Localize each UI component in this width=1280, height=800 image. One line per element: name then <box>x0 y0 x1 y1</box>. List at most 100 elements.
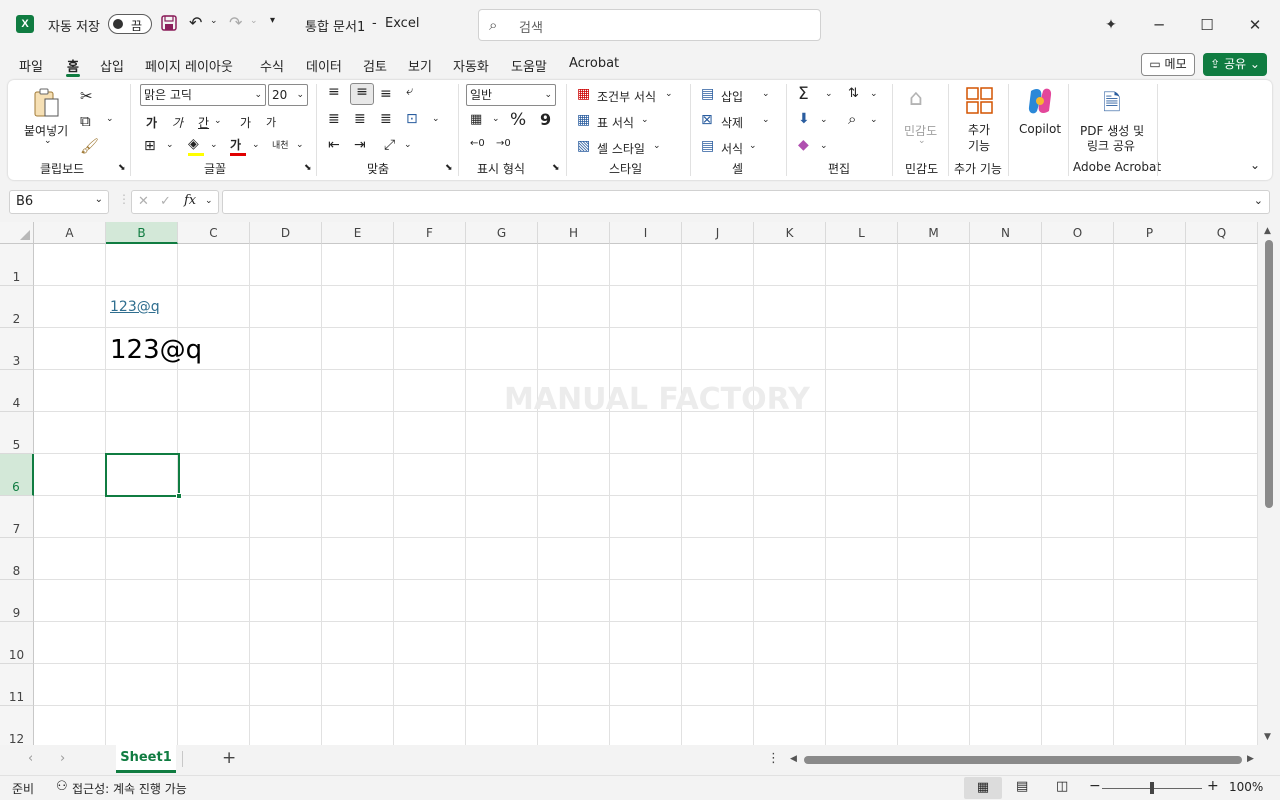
insert-cells-button[interactable]: 삽입 <box>721 88 743 105</box>
row-header-3[interactable]: 3 <box>0 328 34 370</box>
autosum-icon[interactable]: Σ <box>798 84 809 104</box>
scroll-down-icon[interactable]: ▼ <box>1264 732 1271 742</box>
column-header-h[interactable]: H <box>538 222 610 244</box>
format-as-table-icon[interactable]: ▦ <box>577 112 590 128</box>
align-left-icon[interactable]: ≣ <box>328 111 340 127</box>
redo-icon[interactable]: ↷ <box>229 13 242 32</box>
copilot-icon[interactable] <box>1025 87 1055 118</box>
sort-filter-icon[interactable]: ⇅ <box>848 86 859 101</box>
underline-button[interactable]: 간 <box>198 114 209 131</box>
tab-formulas[interactable]: 수식 <box>260 56 284 75</box>
chevron-down-icon[interactable]: ⌄ <box>653 141 661 151</box>
borders-icon[interactable]: ⊞ <box>144 138 156 154</box>
addins-icon[interactable] <box>966 87 994 118</box>
row-header-4[interactable]: 4 <box>0 370 34 412</box>
zoom-in-icon[interactable]: + <box>1207 778 1219 794</box>
orientation-icon[interactable]: ⤢ <box>384 137 395 153</box>
alignment-launcher-icon[interactable]: ⬊ <box>445 163 453 173</box>
tab-help[interactable]: 도움말 <box>511 56 547 75</box>
align-bottom-icon[interactable]: ≡ <box>380 86 392 102</box>
comments-button[interactable]: ▭ 메모 <box>1141 53 1195 76</box>
name-box[interactable]: B6 ⌄ <box>9 190 109 214</box>
format-as-table-button[interactable]: 표 서식 <box>597 114 634 131</box>
font-color-button[interactable]: 가 <box>230 136 241 153</box>
share-button[interactable]: ⇪ 공유 ⌄ <box>1203 53 1267 76</box>
zoom-slider-thumb[interactable] <box>1150 782 1154 794</box>
insert-function-button[interactable]: fx <box>184 193 196 208</box>
copilot-label[interactable]: Copilot <box>1019 122 1061 136</box>
font-name-select[interactable]: 맑은 고딕 ⌄ <box>140 84 266 106</box>
scroll-up-icon[interactable]: ▲ <box>1264 226 1271 236</box>
pdf-share-icon[interactable]: 🗎 <box>1103 86 1121 124</box>
format-painter-icon[interactable]: 🖌 <box>80 137 99 155</box>
select-all-corner[interactable] <box>0 222 34 244</box>
phonetic-button[interactable]: 내천 <box>272 138 289 151</box>
vertical-scrollbar[interactable]: ▲ ▼ <box>1258 222 1280 745</box>
accounting-dropdown-icon[interactable]: ⌄ <box>492 114 500 124</box>
column-header-e[interactable]: E <box>322 222 394 244</box>
row-header-9[interactable]: 9 <box>0 580 34 622</box>
fill-dropdown-icon[interactable]: ⌄ <box>210 140 218 150</box>
chevron-down-icon[interactable]: ⌄ <box>762 115 770 125</box>
column-header-l[interactable]: L <box>826 222 898 244</box>
cell-b3[interactable]: 123@q <box>110 335 202 365</box>
copy-icon[interactable]: ⧉ <box>80 112 91 130</box>
align-center-icon[interactable]: ≣ <box>354 111 366 127</box>
page-break-view-icon[interactable]: ◫ <box>1056 779 1068 794</box>
fill-color-icon[interactable]: ◈ <box>188 136 199 152</box>
accessibility-status[interactable]: 접근성: 계속 진행 가능 <box>72 780 187 797</box>
confirm-entry-icon[interactable]: ✓ <box>160 194 171 209</box>
pdf-label-2[interactable]: 링크 공유 <box>1087 137 1135 154</box>
align-right-icon[interactable]: ≣ <box>380 111 392 127</box>
vertical-scroll-thumb[interactable] <box>1265 240 1273 508</box>
minimize-icon[interactable]: ─ <box>1144 10 1174 40</box>
increase-indent-icon[interactable]: ⇥ <box>354 137 366 153</box>
chevron-down-icon[interactable]: ⌄ <box>820 141 828 151</box>
undo-dropdown-icon[interactable]: ⌄ <box>210 16 218 26</box>
column-header-d[interactable]: D <box>250 222 322 244</box>
horizontal-scroll-thumb[interactable] <box>804 756 1242 764</box>
column-header-m[interactable]: M <box>898 222 970 244</box>
align-top-icon[interactable]: ≡ <box>328 84 340 100</box>
tab-acrobat[interactable]: Acrobat <box>569 56 619 71</box>
row-header-1[interactable]: 1 <box>0 244 34 286</box>
column-header-p[interactable]: P <box>1114 222 1186 244</box>
scroll-right-icon[interactable]: ▶ <box>1247 754 1254 764</box>
tab-automate[interactable]: 자동화 <box>453 56 489 75</box>
column-header-f[interactable]: F <box>394 222 466 244</box>
row-header-2[interactable]: 2 <box>0 286 34 328</box>
accounting-format-icon[interactable]: ▦ <box>470 112 482 127</box>
row-header-7[interactable]: 7 <box>0 496 34 538</box>
customize-qat-icon[interactable]: ▾ <box>270 15 275 26</box>
column-header-o[interactable]: O <box>1042 222 1114 244</box>
comma-style-button[interactable]: 9 <box>540 110 551 129</box>
tab-review[interactable]: 검토 <box>363 56 387 75</box>
chevron-down-icon[interactable]: ⌄ <box>870 89 878 99</box>
prev-sheet-icon[interactable]: ‹ <box>28 751 33 766</box>
formula-input[interactable]: ⌄ <box>222 190 1270 214</box>
worksheet-grid[interactable]: ABCDEFGHIJKLMNOPQ 1 2 3 4 5 6 7 8 9 10 11 12 123@q … <box>0 222 1258 745</box>
tab-home[interactable]: 홈 <box>67 56 79 75</box>
column-header-c[interactable]: C <box>178 222 250 244</box>
cell-styles-icon[interactable]: ▧ <box>577 138 590 154</box>
format-cells-icon[interactable]: ▤ <box>701 138 714 154</box>
conditional-format-icon[interactable]: ▦ <box>577 86 590 102</box>
cell-styles-button[interactable]: 셀 스타일 <box>597 140 645 157</box>
maximize-icon[interactable]: ☐ <box>1192 10 1222 40</box>
paste-button[interactable] <box>32 87 62 122</box>
clear-icon[interactable]: ◆ <box>798 137 809 153</box>
tab-page-layout[interactable]: 페이지 레이아웃 <box>145 56 233 75</box>
clipboard-launcher-icon[interactable]: ⬊ <box>118 163 126 173</box>
zoom-out-icon[interactable]: − <box>1089 778 1101 794</box>
decrease-decimal-icon[interactable]: →0 <box>496 138 511 149</box>
fill-icon[interactable]: ⬇ <box>798 111 810 127</box>
row-header-6[interactable]: 6 <box>0 454 34 496</box>
row-header-5[interactable]: 5 <box>0 412 34 454</box>
tab-insert[interactable]: 삽입 <box>100 56 124 75</box>
column-header-g[interactable]: G <box>466 222 538 244</box>
collapse-ribbon-icon[interactable]: ⌄ <box>1250 158 1260 172</box>
column-header-b[interactable]: B <box>106 222 178 244</box>
page-layout-view-icon[interactable]: ▤ <box>1016 779 1028 794</box>
column-header-j[interactable]: J <box>682 222 754 244</box>
add-sheet-button[interactable]: + <box>222 748 236 768</box>
